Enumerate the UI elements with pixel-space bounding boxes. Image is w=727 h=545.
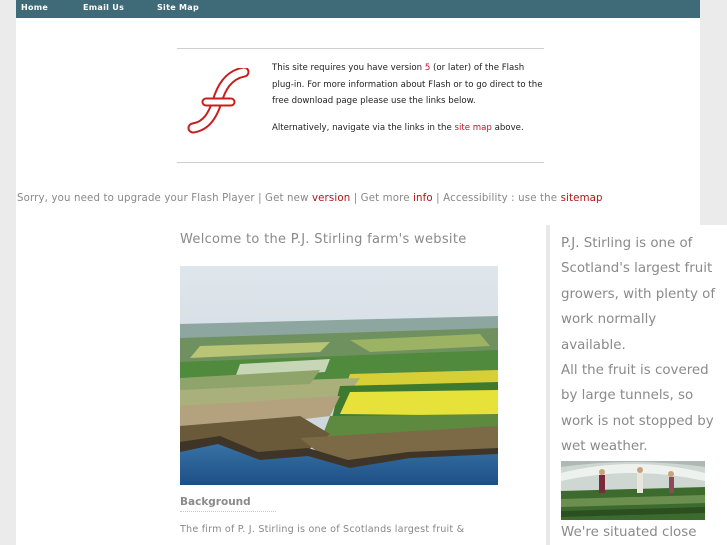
- flash-logo-icon[interactable]: [186, 68, 250, 144]
- flash-requirement-paragraph: This site requires you have version 5 (o…: [272, 60, 544, 110]
- flash-alternative-paragraph: Alternatively, navigate via the links in…: [272, 120, 544, 137]
- upgrade-notice-line: Sorry, you need to upgrade your Flash Pl…: [17, 193, 603, 204]
- flash-text-part: Alternatively, navigate via the links in…: [272, 122, 455, 133]
- sidebar-text: P.J. Stirling is one of Scotland's large…: [561, 231, 721, 460]
- upgrade-text-part: Sorry, you need to upgrade your Flash Pl…: [17, 193, 312, 204]
- sidebar-paragraph: All the fruit is covered by large tunnel…: [561, 363, 714, 455]
- welcome-heading: Welcome to the P.J. Stirling farm's webs…: [180, 232, 467, 247]
- nav-sitemap-link[interactable]: Site Map: [157, 3, 199, 12]
- nav-home-link[interactable]: Home: [21, 3, 48, 12]
- farm-aerial-photo: [180, 266, 498, 485]
- flash-notice-text: This site requires you have version 5 (o…: [272, 60, 544, 136]
- sidebar-paragraph: We're situated close: [561, 525, 697, 540]
- fruit-pickers-photo: [561, 461, 705, 520]
- top-nav-bar: Home Email Us Site Map: [16, 0, 700, 18]
- upgrade-text-part: | Get more: [350, 193, 414, 204]
- flash-text-part: above.: [491, 122, 524, 133]
- accessibility-sitemap-link[interactable]: sitemap: [561, 193, 603, 204]
- flash-text-part: This site requires you have version: [272, 63, 425, 73]
- get-version-link[interactable]: version: [312, 193, 350, 204]
- upgrade-text-part: | Accessibility : use the: [432, 193, 561, 204]
- flash-sitemap-link[interactable]: site map: [455, 123, 492, 133]
- background-heading: Background: [180, 496, 276, 512]
- get-info-link[interactable]: info: [413, 193, 433, 204]
- intro-paragraph: The firm of P. J. Stirling is one of Sco…: [180, 524, 465, 535]
- sidebar-paragraph: P.J. Stirling is one of Scotland's large…: [561, 236, 716, 353]
- nav-email-link[interactable]: Email Us: [83, 3, 124, 12]
